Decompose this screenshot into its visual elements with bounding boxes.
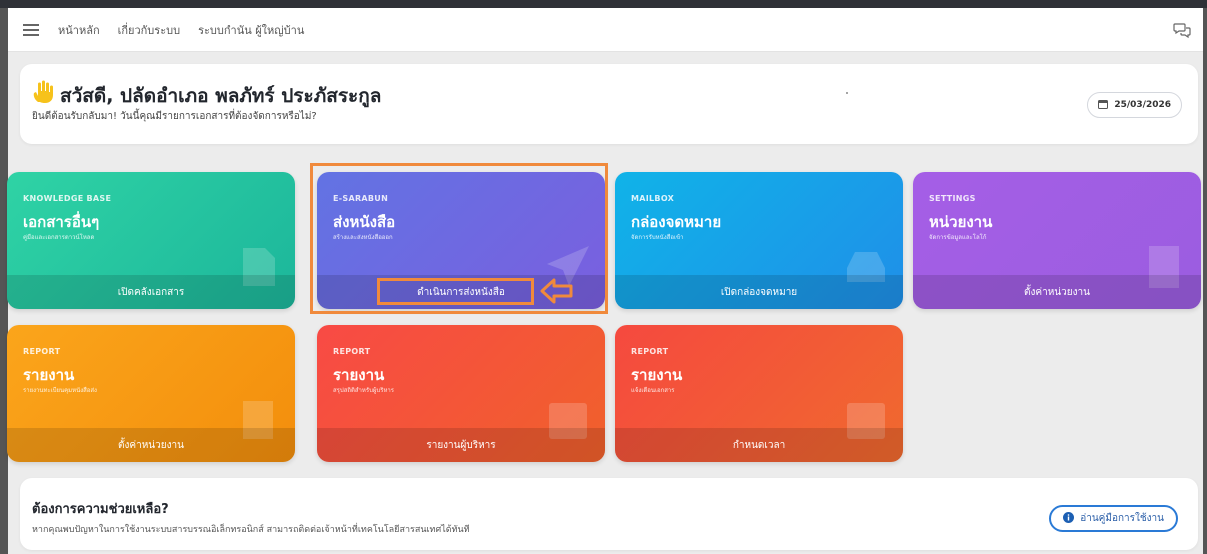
open-mailbox-button[interactable]: เปิดกล่องจดหมาย [615, 275, 903, 309]
card-mailbox[interactable]: MAILBOX กล่องจดหมาย จัดการรับหนังสือเข้า… [615, 172, 903, 309]
schedule-button[interactable]: กำหนดเวลา [615, 428, 903, 462]
window-top-border [0, 0, 1207, 8]
card-description: จัดการข้อมูลและโลโก้ [929, 234, 987, 241]
card-report-executive[interactable]: REPORT รายงาน สรุปสถิติสำหรับผู้บริหาร ร… [317, 325, 605, 462]
card-title: กล่องจดหมาย [631, 213, 722, 231]
nav-link-village-system[interactable]: ระบบกำนัน ผู้ใหญ่บ้าน [198, 21, 304, 39]
executive-report-button[interactable]: รายงานผู้บริหาร [317, 428, 605, 462]
card-title: หน่วยงาน [929, 213, 993, 231]
welcome-panel: สวัสดี, ปลัดอำเภอ พลภัทร์ ประภัสระกูล ยิ… [20, 64, 1198, 144]
card-description: แจ้งเตือนเอกสาร [631, 387, 675, 394]
card-description: สรุปสถิติสำหรับผู้บริหาร [333, 387, 394, 394]
date-text: 25/03/2026 [1114, 100, 1171, 110]
calendar-icon [1098, 99, 1109, 112]
card-title: รายงาน [23, 366, 75, 384]
top-navbar: หน้าหลัก เกี่ยวกับระบบ ระบบกำนัน ผู้ใหญ่… [8, 8, 1203, 52]
card-category: REPORT [631, 347, 669, 356]
card-settings[interactable]: SETTINGS หน่วยงาน จัดการข้อมูลและโลโก้ ต… [913, 172, 1201, 309]
welcome-title: สวัสดี, ปลัดอำเภอ พลภัทร์ ประภัสระกูล [60, 85, 382, 107]
help-title: ต้องการความช่วยเหลือ? [32, 502, 169, 517]
nav-link-home[interactable]: หน้าหลัก [58, 21, 100, 39]
hamburger-icon[interactable] [20, 19, 42, 41]
card-description: จัดการรับหนังสือเข้า [631, 234, 684, 241]
left-arrow-icon [540, 278, 574, 304]
card-title: ส่งหนังสือ [333, 213, 396, 231]
card-report-alert[interactable]: REPORT รายงาน แจ้งเตือนเอกสาร กำหนดเวลา [615, 325, 903, 462]
card-category: MAILBOX [631, 194, 675, 203]
decor-dot [846, 92, 848, 94]
card-category: SETTINGS [929, 194, 976, 203]
date-badge: 25/03/2026 [1087, 92, 1182, 118]
chat-icon[interactable] [1173, 21, 1191, 39]
card-category: REPORT [333, 347, 371, 356]
organization-settings-button[interactable]: ตั้งค่าหน่วยงาน [913, 275, 1201, 309]
info-icon [1063, 511, 1075, 526]
window-right-border [1203, 8, 1207, 554]
card-description: รายงานทะเบียนคุมหนังสือส่ง [23, 387, 97, 394]
waving-hand-icon [32, 80, 54, 104]
card-title: รายงาน [631, 366, 683, 384]
help-panel: ต้องการความช่วยเหลือ? หากคุณพบปัญหาในการ… [20, 478, 1198, 550]
card-category: KNOWLEDGE BASE [23, 194, 112, 203]
read-manual-button[interactable]: อ่านคู่มือการใช้งาน [1049, 505, 1178, 532]
nav-link-about[interactable]: เกี่ยวกับระบบ [118, 21, 180, 39]
read-manual-label: อ่านคู่มือการใช้งาน [1080, 513, 1164, 524]
help-description: หากคุณพบปัญหาในการใช้งานระบบสารบรรณอิเล็… [32, 525, 470, 535]
welcome-subtitle: ยินดีต้อนรับกลับมา! วันนี้คุณมีรายการเอก… [32, 111, 317, 122]
card-title: รายงาน [333, 366, 385, 384]
card-knowledge-base[interactable]: KNOWLEDGE BASE เอกสารอื่นๆ คู่มือและเอกส… [7, 172, 295, 309]
card-report-register[interactable]: REPORT รายงาน รายงานทะเบียนคุมหนังสือส่ง… [7, 325, 295, 462]
open-document-library-button[interactable]: เปิดคลังเอกสาร [7, 275, 295, 309]
card-category: E-SARABUN [333, 194, 389, 203]
card-description: สร้างและส่งหนังสือออก [333, 234, 393, 241]
card-title: เอกสารอื่นๆ [23, 213, 100, 231]
card-category: REPORT [23, 347, 61, 356]
report-settings-button[interactable]: ตั้งค่าหน่วยงาน [7, 428, 295, 462]
card-description: คู่มือและเอกสารดาวน์โหลด [23, 234, 95, 241]
